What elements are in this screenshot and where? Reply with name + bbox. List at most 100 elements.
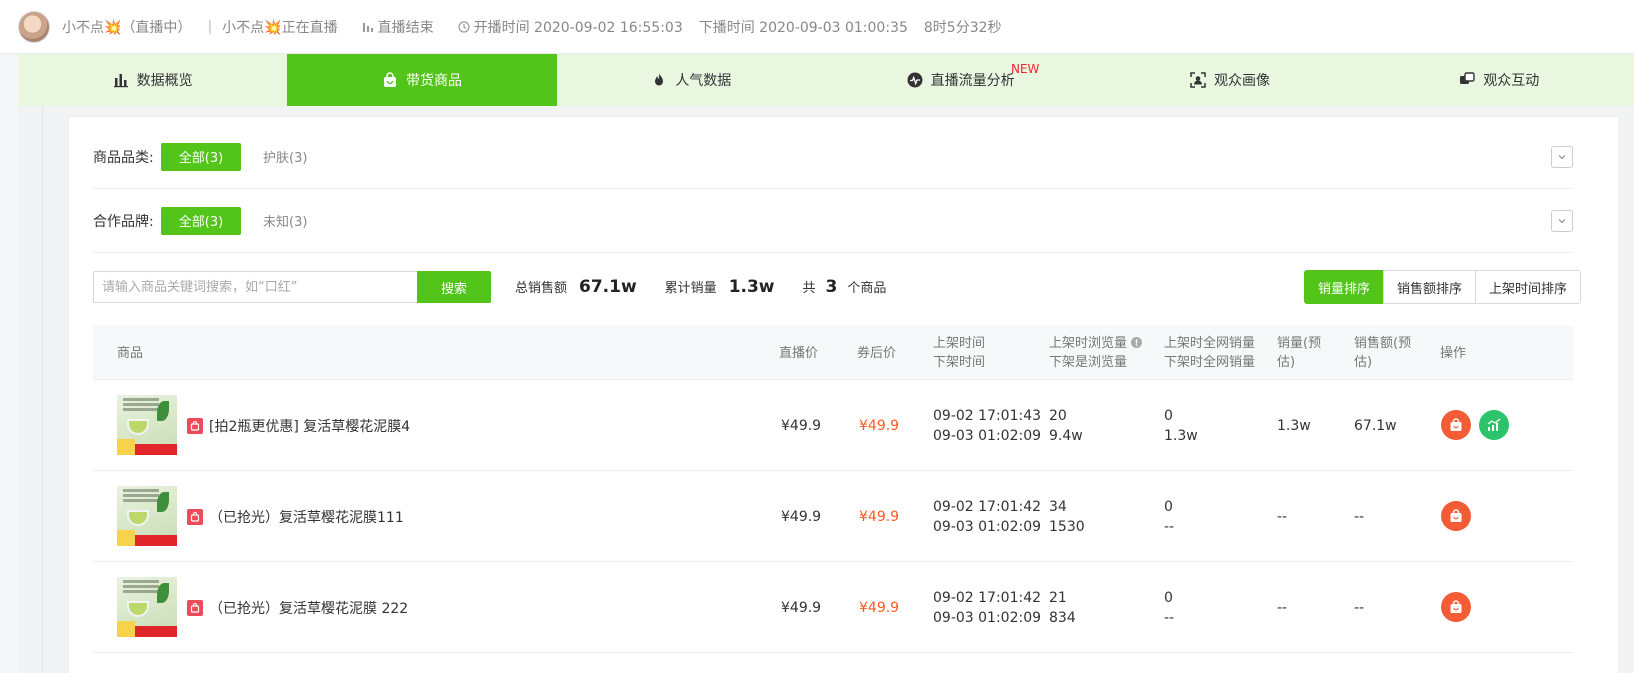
on-views: 20	[1049, 407, 1067, 424]
gmv-label: 总销售额	[515, 281, 568, 296]
network-sales: 0 --	[1164, 471, 1174, 562]
live-status-text: 直播结束	[377, 19, 434, 36]
info-icon[interactable]	[1131, 337, 1143, 348]
category-skincare-chip[interactable]: 护肤(3)	[263, 147, 307, 166]
table-row: （已抢光）复活草樱花泥膜 222 ¥49.9 ¥49.9 09-02 17:01…	[93, 562, 1573, 653]
on-time: 09-02 17:01:42	[933, 589, 1042, 606]
live-price: ¥49.9	[781, 417, 822, 434]
sort-by-gmv-button[interactable]: 销售额排序	[1382, 270, 1476, 304]
chat-icon	[1460, 72, 1475, 84]
off-views: 9.4w	[1049, 427, 1083, 444]
est-gmv: 67.1w	[1354, 417, 1397, 434]
products-table: 商品 直播价 券后价 上架时间 下架时间 上架时浏览量 下架是浏览量 上架时全网…	[93, 326, 1573, 653]
expand-category-button[interactable]	[1551, 146, 1573, 168]
on-time: 09-02 17:01:43	[933, 407, 1042, 424]
search-button[interactable]: 搜索	[417, 271, 491, 303]
col-est-sales-line2: 估)	[1277, 355, 1296, 370]
col-est-gmv: 销售额(预 估)	[1354, 326, 1411, 380]
brand-all-chip[interactable]: 全部(3)	[161, 206, 241, 235]
left-gutter	[0, 54, 18, 673]
est-sales: --	[1277, 599, 1288, 616]
network-sales: 0 1.3w	[1164, 380, 1198, 471]
new-badge: NEW	[1010, 62, 1040, 76]
divider	[42, 106, 43, 673]
views: 34 1530	[1049, 471, 1085, 562]
col-off-views: 下架是浏览量	[1049, 355, 1128, 370]
product-name[interactable]: （已抢光）复活草樱花泥膜 222	[209, 562, 408, 653]
category-all-chip[interactable]: 全部(3)	[161, 142, 241, 171]
product-detail-button[interactable]	[1441, 410, 1471, 440]
coupon-price: ¥49.9	[859, 508, 900, 525]
col-network-sales: 上架时全网销量 下架时全网销量	[1164, 326, 1255, 380]
tab-label: 观众画像	[1213, 73, 1270, 89]
sort-by-time-button[interactable]: 上架时间排序	[1474, 270, 1581, 304]
tab-audience-portrait[interactable]: 观众画像	[1095, 54, 1364, 106]
bar-chart-icon	[362, 22, 373, 32]
off-time: 09-03 01:02:09	[933, 609, 1042, 626]
col-off-sales: 下架时全网销量	[1164, 355, 1256, 370]
off-sales: --	[1164, 609, 1175, 626]
on-views: 21	[1049, 589, 1067, 606]
shopping-bag-icon	[1450, 600, 1462, 613]
shelf-times: 09-02 17:01:42 09-03 01:02:09	[933, 562, 1041, 653]
tab-data-overview[interactable]: 数据概览	[18, 54, 287, 106]
shelf-times: 09-02 17:01:43 09-03 01:02:09	[933, 380, 1041, 471]
tab-label: 观众互动	[1483, 73, 1540, 89]
expand-brand-button[interactable]	[1551, 210, 1573, 232]
category-label: 商品品类:	[93, 149, 154, 166]
col-est-gmv-line2: 估)	[1354, 355, 1373, 370]
avatar[interactable]	[18, 10, 50, 43]
tab-traffic-analysis[interactable]: 直播流量分析 NEW	[826, 54, 1095, 106]
shopping-bag-icon	[1450, 418, 1462, 431]
brand-filter: 合作品牌: 全部(3) 未知(3)	[93, 189, 1573, 253]
shopping-bag-icon	[187, 600, 203, 616]
tab-audience-interaction[interactable]: 观众互动	[1365, 54, 1634, 106]
product-name[interactable]: （已抢光）复活草樱花泥膜111	[209, 471, 404, 562]
tab-label: 带货商品	[405, 73, 462, 89]
tab-label: 直播流量分析	[930, 73, 1015, 89]
on-sales: 0	[1164, 407, 1173, 424]
est-gmv: --	[1354, 508, 1365, 525]
count-suffix: 个商品	[847, 281, 887, 296]
tab-popularity[interactable]: 人气数据	[557, 54, 826, 106]
live-duration: 8时5分32秒	[923, 19, 1002, 36]
product-thumbnail[interactable]	[117, 395, 177, 455]
off-views: 1530	[1049, 518, 1085, 535]
on-time: 09-02 17:01:42	[933, 498, 1042, 515]
header-divider: |	[207, 18, 213, 35]
col-live-price[interactable]: 直播价	[779, 326, 818, 380]
col-on-views: 上架时浏览量	[1049, 334, 1143, 353]
chevron-down-icon	[1558, 219, 1566, 224]
on-sales: 0	[1164, 589, 1173, 606]
search-input[interactable]	[93, 271, 417, 303]
col-coupon-price[interactable]: 券后价	[857, 326, 896, 380]
brand-label: 合作品牌:	[93, 213, 154, 230]
off-sales: --	[1164, 518, 1175, 535]
sales-value: 1.3w	[728, 277, 775, 297]
on-views: 34	[1049, 498, 1067, 515]
product-name[interactable]: [拍2瓶更优惠] 复活草樱花泥膜4	[209, 380, 410, 471]
live-header: 小不点💥（直播中） | 小不点💥正在直播 直播结束 开播时间 2020-09-0…	[0, 0, 1634, 54]
anchor-name: 小不点💥（直播中）	[62, 19, 192, 36]
shopping-bag-icon	[187, 509, 203, 525]
product-detail-button[interactable]	[1441, 592, 1471, 622]
sort-by-sales-button[interactable]: 销量排序	[1303, 270, 1384, 304]
products-panel: 商品品类: 全部(3) 护肤(3) 合作品牌: 全部(3) 未知(3) 搜索 总…	[68, 116, 1619, 673]
product-thumbnail[interactable]	[117, 486, 177, 546]
pulse-icon	[907, 72, 923, 88]
est-sales: --	[1277, 508, 1288, 525]
trend-chart-button[interactable]	[1479, 410, 1509, 440]
col-est-sales-line1: 销量(预	[1277, 336, 1322, 351]
search-row: 搜索 总销售额 67.1w 累计销量 1.3w 共 3 个商品 销量排序 销售额…	[93, 270, 1581, 304]
tab-label: 人气数据	[675, 73, 732, 89]
product-detail-button[interactable]	[1441, 501, 1471, 531]
tab-products[interactable]: 带货商品	[287, 54, 557, 106]
live-price: ¥49.9	[781, 599, 822, 616]
brand-unknown-chip[interactable]: 未知(3)	[263, 211, 307, 230]
col-est-gmv-line1: 销售额(预	[1354, 336, 1412, 351]
shelf-times: 09-02 17:01:42 09-03 01:02:09	[933, 471, 1041, 562]
col-on-time: 上架时间	[933, 336, 986, 351]
table-header: 商品 直播价 券后价 上架时间 下架时间 上架时浏览量 下架是浏览量 上架时全网…	[93, 326, 1573, 380]
product-thumbnail[interactable]	[117, 577, 177, 637]
end-time: 下播时间 2020-09-03 01:00:35	[698, 19, 908, 36]
